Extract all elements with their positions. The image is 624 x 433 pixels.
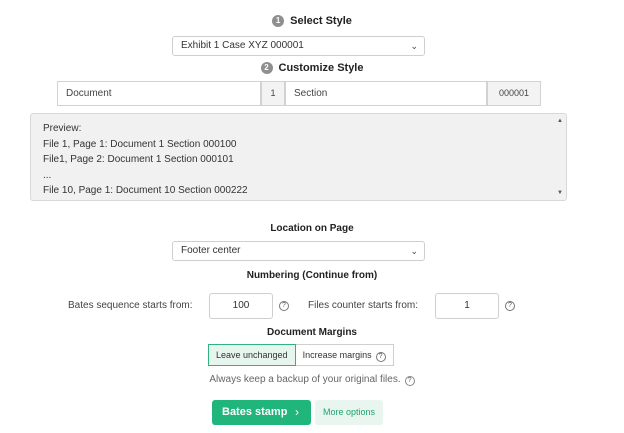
preview-box[interactable]: Preview: File 1, Page 1: Document 1 Sect… bbox=[30, 113, 567, 201]
step-number-badge: 1 bbox=[272, 15, 285, 27]
scroll-up-icon[interactable]: ▲ bbox=[556, 117, 564, 125]
location-select-value: Footer center bbox=[181, 245, 241, 256]
chevron-down-icon: ⌄ bbox=[410, 41, 418, 51]
increase-margins-option[interactable]: Increase margins? bbox=[295, 344, 394, 366]
style-select[interactable]: Exhibit 1 Case XYZ 000001 ⌄ bbox=[172, 36, 425, 56]
margins-toggle-group: Leave unchanged Increase margins? bbox=[208, 344, 394, 366]
style-select-value: Exhibit 1 Case XYZ 000001 bbox=[181, 40, 304, 51]
more-options-button[interactable]: More options bbox=[315, 400, 383, 425]
bates-stamp-label: Bates stamp bbox=[222, 406, 288, 418]
margins-title: Document Margins bbox=[266, 327, 357, 338]
select-style-heading: 1 Select Style bbox=[0, 15, 624, 27]
increase-margins-label: Increase margins bbox=[302, 350, 372, 360]
chevron-down-icon: ⌄ bbox=[410, 246, 418, 256]
preview-line: File 10, Page 1: Document 10 Section 000… bbox=[43, 185, 248, 196]
preview-line: File 1, Page 1: Document 1 Section 00010… bbox=[43, 138, 237, 150]
leave-unchanged-label: Leave unchanged bbox=[216, 350, 288, 360]
location-select[interactable]: Footer center ⌄ bbox=[172, 241, 425, 261]
location-title: Location on Page bbox=[270, 223, 354, 234]
files-counter-input[interactable]: 1 bbox=[435, 293, 499, 319]
suffix-input[interactable]: Section bbox=[285, 81, 487, 106]
suffix-number-addon[interactable]: 000001 bbox=[487, 81, 541, 106]
help-icon[interactable]: ? bbox=[505, 301, 515, 311]
leave-unchanged-option[interactable]: Leave unchanged bbox=[208, 344, 296, 366]
chevron-right-icon: › bbox=[295, 405, 299, 419]
numbering-title: Numbering (Continue from) bbox=[246, 270, 378, 281]
bates-start-label: Bates sequence starts from: bbox=[68, 300, 193, 311]
step-number-badge: 2 bbox=[260, 62, 273, 74]
scroll-down-icon[interactable]: ▼ bbox=[556, 189, 564, 197]
help-icon[interactable]: ? bbox=[375, 352, 386, 362]
customize-style-heading: 2 Customize Style bbox=[0, 62, 624, 74]
select-style-title: Select Style bbox=[290, 15, 352, 27]
preview-label: Preview: bbox=[43, 123, 82, 134]
customize-style-row: Document 1 Section 000001 bbox=[57, 81, 541, 106]
prefix-input[interactable]: Document bbox=[57, 81, 261, 106]
bates-stamp-button[interactable]: Bates stamp › bbox=[212, 400, 311, 425]
backup-note-text: Always keep a backup of your original fi… bbox=[209, 374, 401, 385]
help-icon[interactable]: ? bbox=[279, 301, 289, 311]
files-counter-label: Files counter starts from: bbox=[308, 300, 419, 311]
backup-note: Always keep a backup of your original fi… bbox=[0, 374, 624, 386]
preview-scrollbar[interactable]: ▲ ▼ bbox=[556, 117, 564, 197]
help-icon[interactable]: ? bbox=[404, 376, 415, 386]
prefix-number-addon: 1 bbox=[261, 81, 285, 106]
preview-line: File1, Page 2: Document 1 Section 000101 bbox=[43, 154, 234, 165]
bates-start-input[interactable]: 100 bbox=[209, 293, 273, 319]
preview-line: ... bbox=[43, 169, 52, 181]
customize-style-title: Customize Style bbox=[278, 62, 364, 74]
